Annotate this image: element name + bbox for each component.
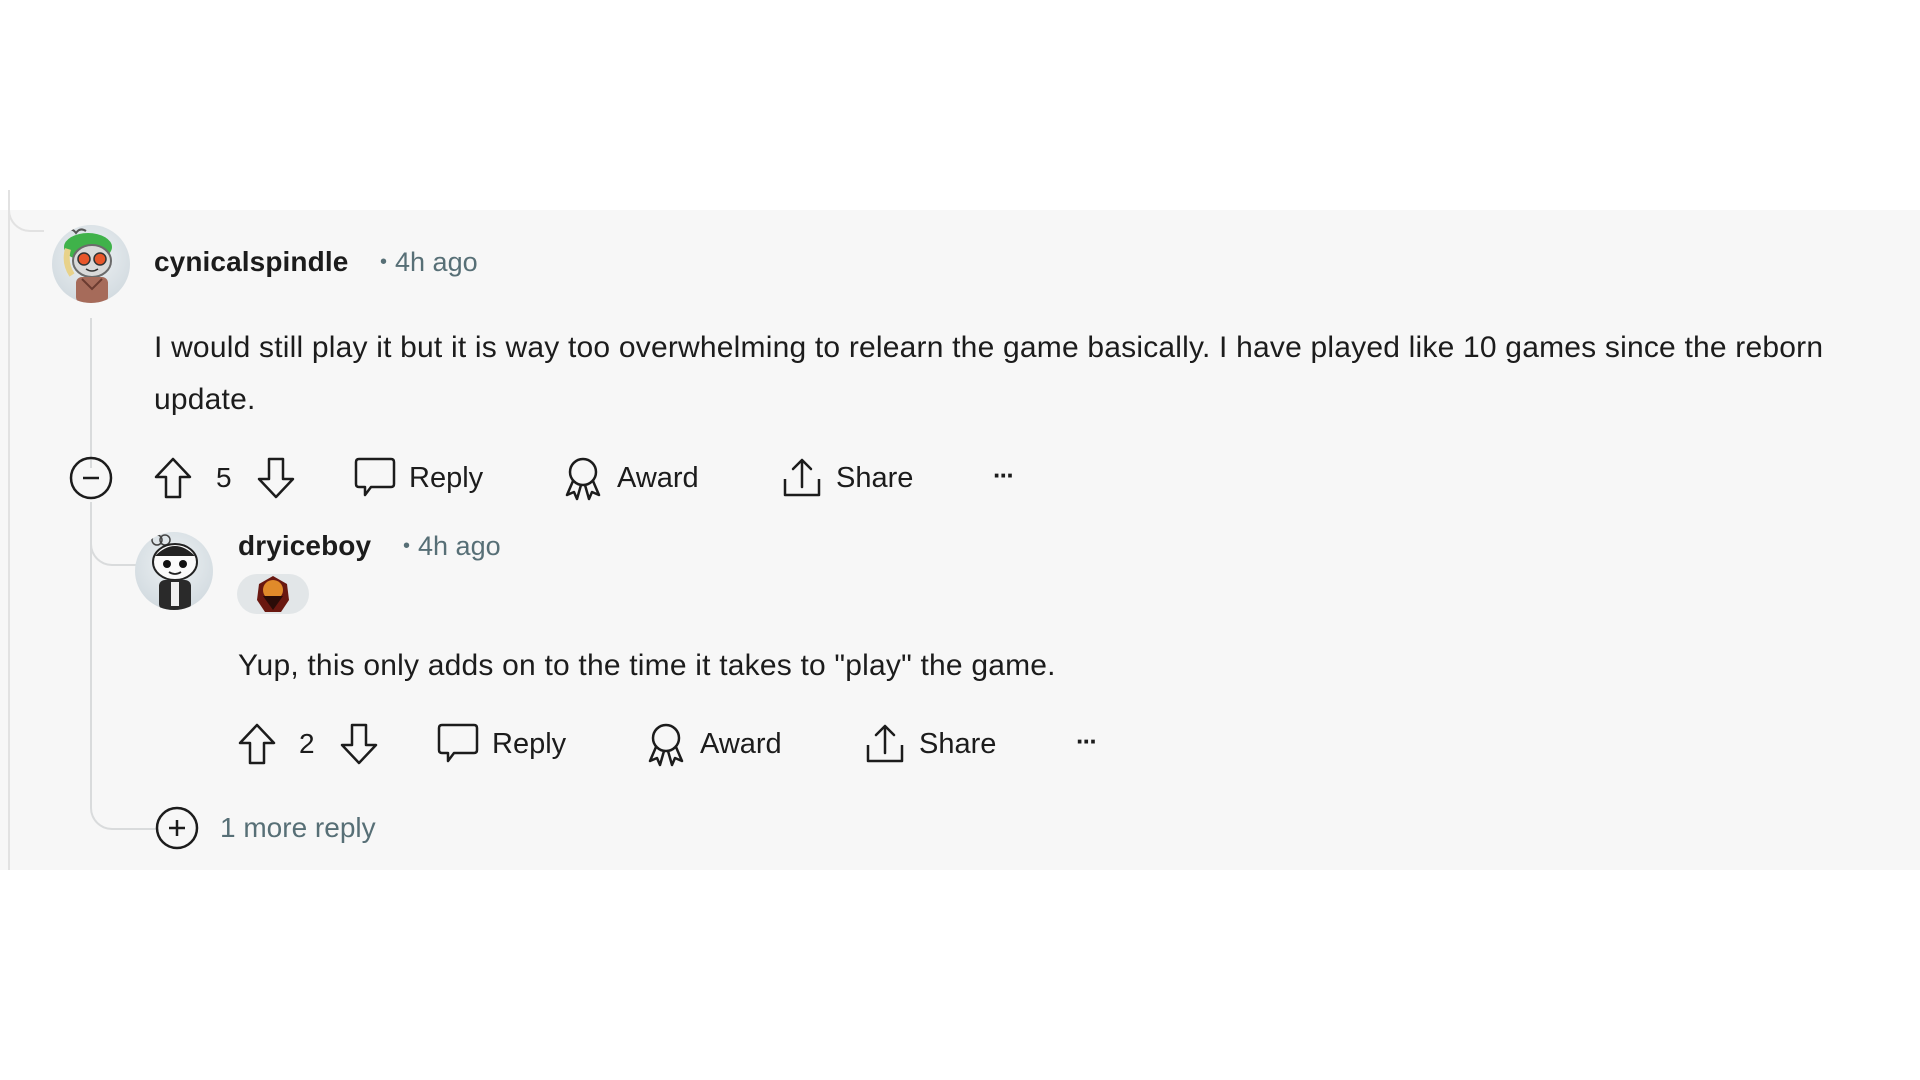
downvote-arrow-icon <box>257 457 295 499</box>
reply-author[interactable]: dryiceboy <box>238 530 371 562</box>
expand-plus-icon <box>155 806 199 850</box>
flair-emblem-icon <box>257 576 289 612</box>
share-button[interactable]: Share <box>780 454 913 502</box>
upvote-arrow-icon <box>154 457 192 499</box>
avatar-dryiceboy[interactable] <box>135 532 213 610</box>
reply-upvote-button[interactable] <box>236 720 278 768</box>
upvote-arrow-icon <box>238 723 276 765</box>
reply-body: Yup, this only adds on to the time it ta… <box>238 649 1056 682</box>
expand-more-replies-button[interactable] <box>154 804 200 852</box>
downvote-button[interactable] <box>255 454 297 502</box>
share-upload-icon <box>866 724 904 763</box>
reply-share-button[interactable]: Share <box>863 720 996 768</box>
reply-timestamp: • 4h ago <box>403 531 501 562</box>
parent-thread-line <box>8 210 10 870</box>
reply-button[interactable]: Reply <box>353 454 483 502</box>
avatar-cynicalspindle[interactable] <box>52 225 130 303</box>
upvote-button[interactable] <box>152 454 194 502</box>
share-label: Share <box>919 727 997 760</box>
comment-body: I would still play it but it is way too … <box>154 331 1824 416</box>
reply-vote-count: 2 <box>299 728 315 759</box>
share-upload-icon <box>783 458 821 497</box>
award-ribbon-icon <box>648 723 684 767</box>
comment-thread-line <box>90 318 92 468</box>
award-ribbon-icon <box>565 457 601 501</box>
user-flair-badge <box>237 574 309 614</box>
reply-reply-button[interactable]: Reply <box>436 720 566 768</box>
snoo-avatar-icon <box>151 534 198 610</box>
reply-downvote-button[interactable] <box>338 720 380 768</box>
award-label: Award <box>700 727 782 760</box>
share-label: Share <box>836 461 914 494</box>
reply-bubble-icon <box>437 723 479 763</box>
more-options-button[interactable]: ··· <box>993 460 1015 491</box>
downvote-arrow-icon <box>340 723 378 765</box>
timestamp-text: 4h ago <box>418 531 501 561</box>
snoo-avatar-icon <box>63 228 112 303</box>
separator-dot: • <box>403 535 411 557</box>
comment-timestamp: • 4h ago <box>380 247 478 278</box>
more-replies-link[interactable]: 1 more reply <box>220 812 376 844</box>
reply-more-options-button[interactable]: ··· <box>1076 726 1098 757</box>
vote-count: 5 <box>216 462 232 493</box>
reply-thread-connector <box>90 516 140 566</box>
reply-award-button[interactable]: Award <box>644 720 782 768</box>
timestamp-text: 4h ago <box>395 247 478 277</box>
comment-thread-panel: cynicalspindle • 4h ago I would still pla… <box>0 190 1920 870</box>
more-replies-connector <box>90 770 156 830</box>
separator-dot: • <box>380 251 388 273</box>
award-label: Award <box>617 461 699 494</box>
collapse-thread-button[interactable] <box>68 454 114 502</box>
reply-label: Reply <box>409 461 484 494</box>
reply-bubble-icon <box>354 457 396 497</box>
comment-author[interactable]: cynicalspindle <box>154 246 348 278</box>
collapse-minus-icon <box>69 456 113 500</box>
parent-thread-connector <box>8 190 44 232</box>
award-button[interactable]: Award <box>561 454 699 502</box>
reply-label: Reply <box>492 727 567 760</box>
